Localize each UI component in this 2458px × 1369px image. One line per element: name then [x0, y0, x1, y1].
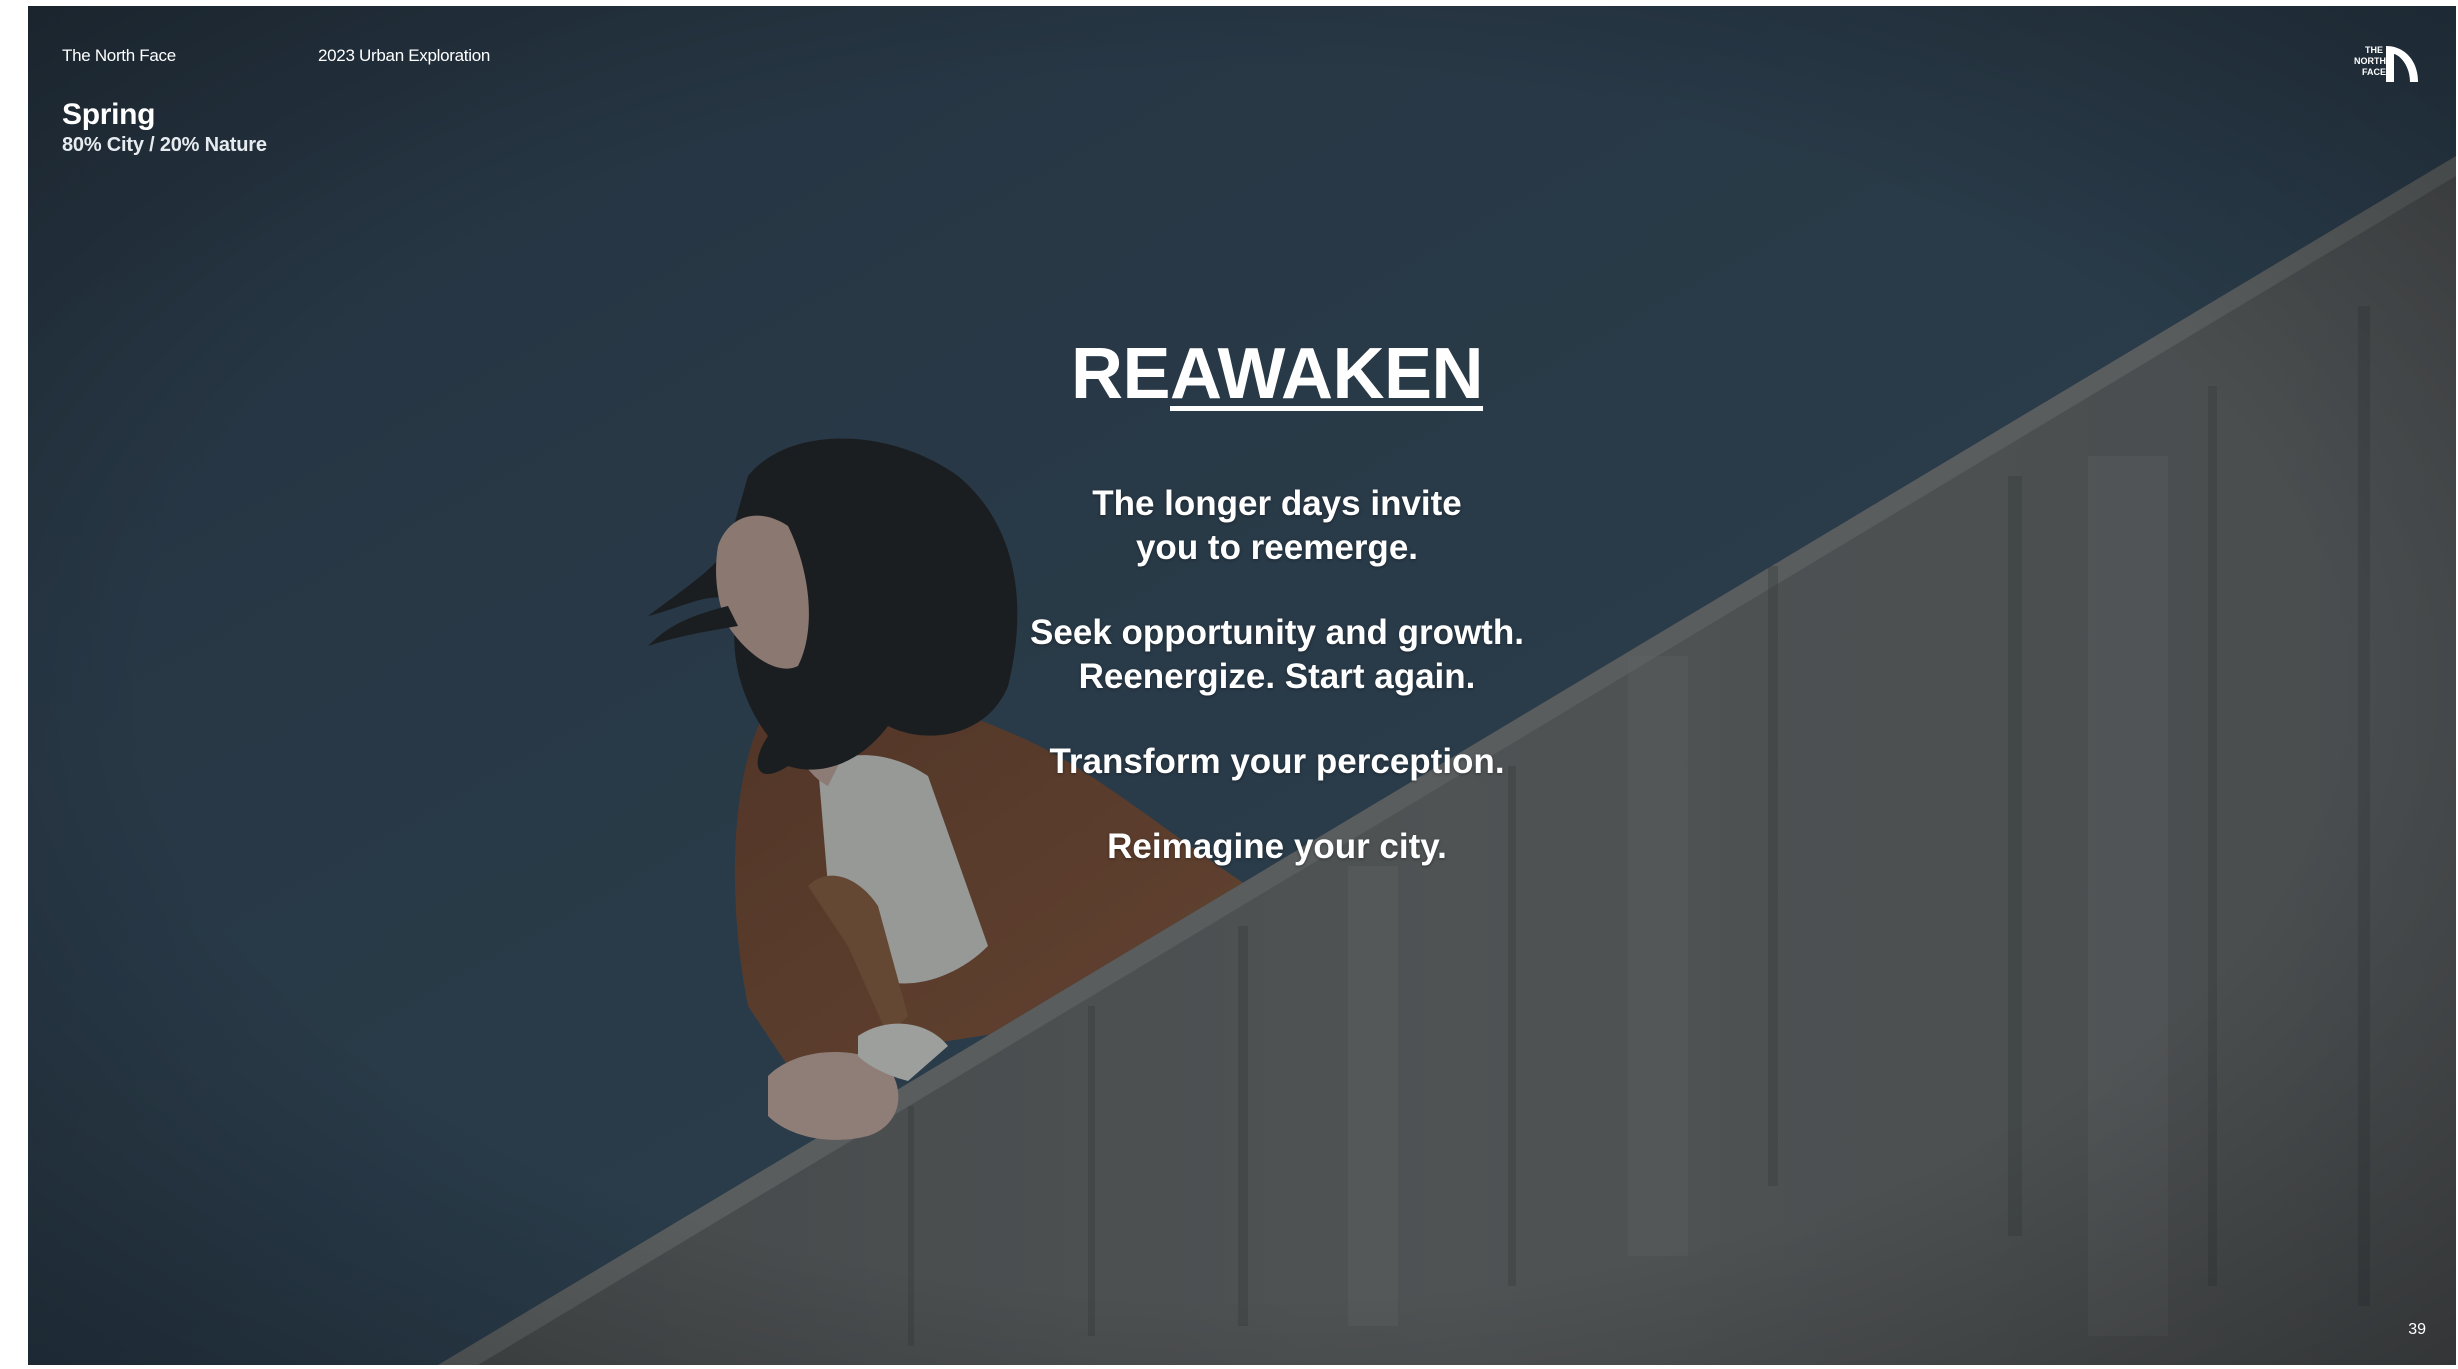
headline-part-1: RE	[1070, 334, 1171, 414]
paragraph-1-line-2: you to reemerge.	[1135, 528, 1419, 567]
paragraph-3: Transform your perception.	[1049, 742, 1505, 781]
logo-text-line-1: THE	[2365, 45, 2383, 55]
logo-text-line-3: FACE	[2362, 67, 2386, 77]
page-number: 39	[2408, 1321, 2426, 1338]
paragraph-2-line-2: Reenergize. Start again.	[1078, 657, 1476, 696]
collection-title: 2023 Urban Exploration	[318, 46, 491, 65]
season-title: Spring	[62, 98, 156, 131]
paragraph-1: The longer days invite you to reemerge.	[98, 482, 2456, 570]
the-north-face-logo: THE NORTH FACE	[2354, 45, 2418, 82]
paragraph-2: Seek opportunity and growth. Reenergize.…	[98, 611, 2456, 699]
manifesto: REAWAKEN The longer days invite you to r…	[28, 338, 2456, 910]
paragraph-4: Reimagine your city.	[1107, 827, 1447, 866]
logo-text-line-2: NORTH	[2354, 56, 2386, 66]
paragraph-2-line-1: Seek opportunity and growth.	[1030, 613, 1524, 652]
headline-part-2: AWAKEN	[1170, 334, 1484, 414]
paragraph-1-line-1: The longer days invite	[1092, 484, 1462, 523]
brand-name: The North Face	[62, 46, 176, 65]
slide: The North Face 2023 Urban Exploration Sp…	[28, 6, 2456, 1365]
city-nature-ratio: 80% City / 20% Nature	[62, 134, 267, 156]
headline: REAWAKEN	[1071, 338, 1484, 410]
logo-dome-icon	[2386, 46, 2418, 82]
